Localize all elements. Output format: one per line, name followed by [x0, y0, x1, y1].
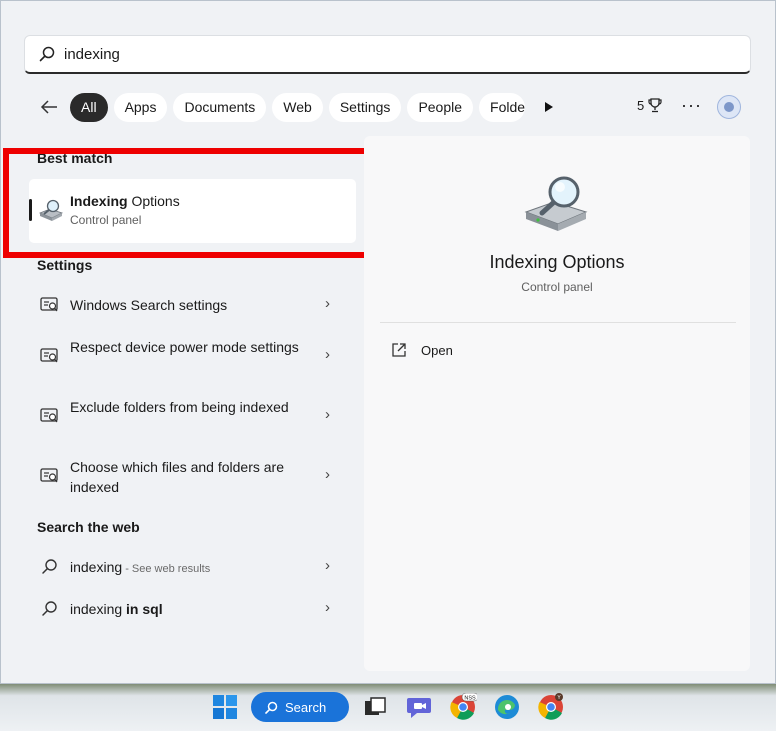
settings-item-icon	[40, 348, 58, 363]
chrome-icon[interactable]: Y	[537, 693, 565, 721]
search-icon	[42, 559, 57, 574]
web-query: indexing	[70, 559, 123, 575]
divider	[380, 322, 736, 323]
edge-icon[interactable]	[493, 693, 521, 721]
taskbar-search-button[interactable]: Search	[251, 692, 349, 722]
profile-icon[interactable]	[717, 95, 741, 119]
search-icon	[39, 46, 55, 62]
web-result-item[interactable]: indexing in sql ›	[29, 589, 356, 629]
chevron-right-icon: ›	[325, 346, 330, 363]
preview-title: Indexing Options	[489, 252, 625, 272]
filter-chip-folders[interactable]: Folde	[479, 92, 526, 122]
more-options-button[interactable]: ···	[681, 95, 702, 116]
taskbar-search-label: Search	[285, 699, 327, 715]
open-external-icon	[392, 343, 406, 357]
settings-item-label: Exclude folders from being indexed	[70, 399, 289, 415]
taskbar: Search NSS Y	[0, 684, 776, 731]
chevron-right-icon: ›	[325, 295, 330, 312]
open-button[interactable]: Open	[391, 342, 453, 358]
settings-item-label: Windows Search settings	[70, 297, 228, 313]
task-view-icon[interactable]	[361, 693, 389, 721]
settings-heading: Settings	[37, 257, 93, 273]
chevron-right-icon: ›	[325, 466, 330, 483]
web-result-item[interactable]: indexing - See web results ›	[29, 547, 356, 587]
settings-item-icon	[40, 297, 58, 312]
search-input[interactable]	[64, 45, 664, 63]
filter-chip-web[interactable]: Web	[272, 92, 323, 122]
indexing-options-icon	[524, 176, 588, 231]
filter-chip-people[interactable]: People	[407, 92, 474, 122]
back-arrow-icon	[40, 100, 57, 114]
settings-result-item[interactable]: Exclude folders from being indexed ›	[29, 395, 356, 439]
teams-chat-icon[interactable]	[405, 693, 433, 721]
filter-chip-settings[interactable]: Settings	[328, 92, 402, 122]
search-web-heading: Search the web	[37, 519, 140, 535]
settings-result-item[interactable]: Choose which files and folders are index…	[29, 455, 356, 499]
filter-chip-apps[interactable]: Apps	[113, 92, 168, 122]
windows-start-icon[interactable]	[211, 693, 239, 721]
chevron-right-icon: ›	[325, 406, 330, 423]
settings-result-item[interactable]: Windows Search settings ›	[29, 285, 356, 325]
settings-item-label: Choose which files and folders are index…	[70, 459, 285, 495]
chrome-profile-badge: NSS	[464, 695, 476, 701]
web-bold-suffix: in sql	[126, 601, 163, 617]
back-button[interactable]	[37, 95, 61, 119]
web-result-label: indexing - See web results	[70, 557, 300, 579]
rewards-points[interactable]: 5	[637, 98, 662, 113]
red-highlight-annotation	[3, 148, 371, 258]
open-label: Open	[421, 342, 453, 358]
search-panel: All Apps Documents Web Settings People F…	[0, 0, 776, 684]
preview-pane: Indexing Options Control panel Open	[364, 136, 750, 671]
settings-item-label: Respect device power mode settings	[70, 339, 299, 355]
web-query: indexing	[70, 601, 127, 617]
web-result-label: indexing in sql	[70, 599, 300, 619]
play-icon	[545, 102, 554, 112]
settings-result-item[interactable]: Respect device power mode settings ›	[29, 335, 356, 379]
trophy-icon	[648, 98, 662, 113]
search-icon	[42, 601, 57, 616]
search-box[interactable]	[24, 35, 751, 74]
chevron-right-icon: ›	[325, 557, 330, 574]
filter-chip-documents[interactable]: Documents	[173, 92, 267, 122]
web-suffix: - See web results	[122, 563, 211, 575]
filter-chip-all[interactable]: All	[70, 92, 108, 122]
chevron-right-icon: ›	[325, 599, 330, 616]
chrome-icon[interactable]: NSS	[449, 693, 477, 721]
settings-item-icon	[40, 408, 58, 423]
scroll-filters-button[interactable]	[539, 95, 559, 119]
settings-item-icon	[40, 468, 58, 483]
search-icon	[265, 701, 278, 714]
points-value: 5	[637, 98, 645, 113]
preview-subtitle: Control panel	[521, 280, 593, 294]
